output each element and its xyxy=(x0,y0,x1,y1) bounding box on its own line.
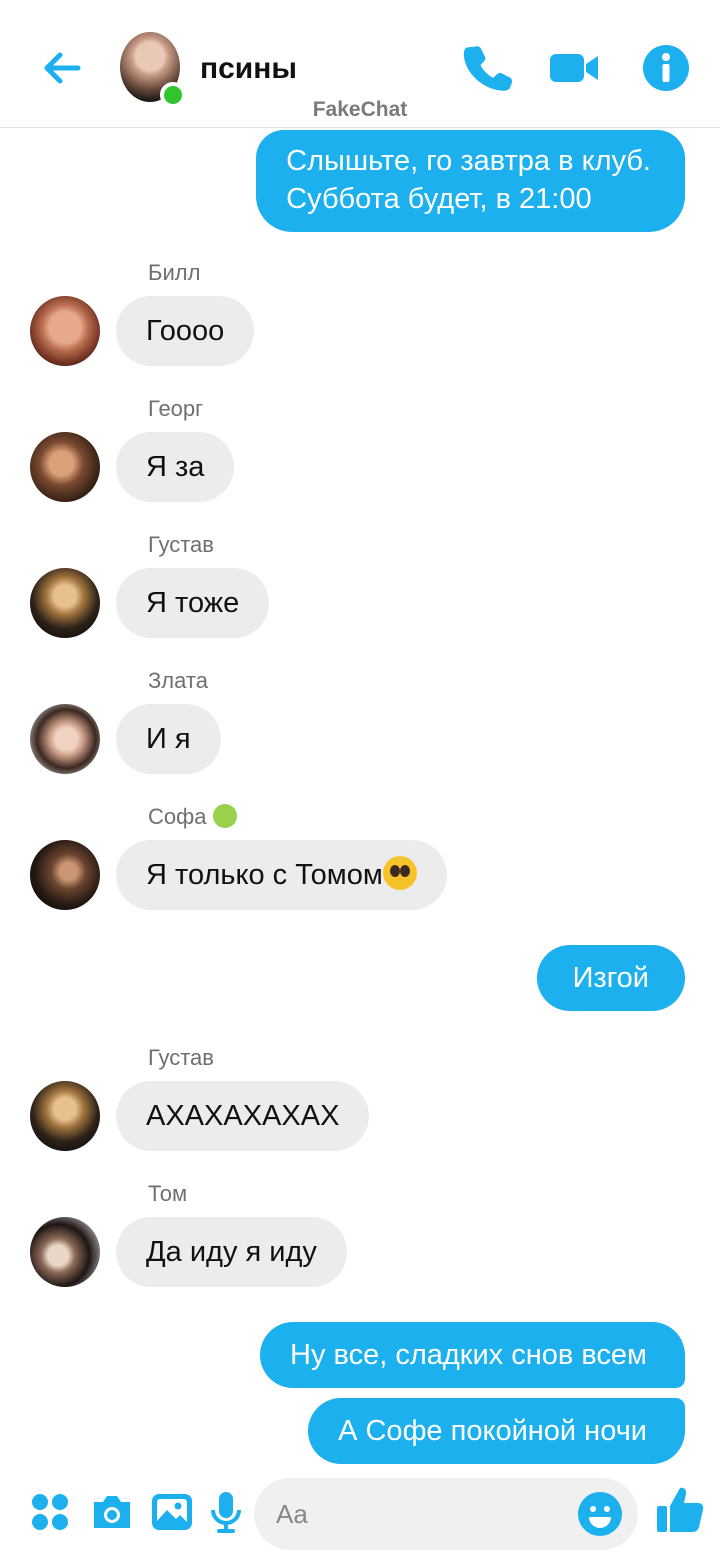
incoming-message[interactable]: Я только с Томом xyxy=(116,840,447,910)
like-icon[interactable] xyxy=(654,1484,706,1536)
outgoing-message[interactable]: Ну все, сладких снов всем xyxy=(260,1322,685,1388)
message-input-box[interactable] xyxy=(254,1478,638,1550)
sender-name: Георг xyxy=(148,396,204,421)
avatar[interactable] xyxy=(30,840,100,910)
message-line: Слышьте, го завтра в клуб. xyxy=(286,145,651,177)
avatar[interactable] xyxy=(30,1081,100,1151)
video-call-icon[interactable] xyxy=(548,42,600,94)
avatar[interactable] xyxy=(30,432,100,502)
message-line: Суббота будет, в 21:00 xyxy=(286,183,592,215)
chat-title[interactable]: псины xyxy=(200,52,297,86)
avatar[interactable] xyxy=(30,704,100,774)
incoming-message[interactable]: АХАХАХАХАХ xyxy=(116,1081,370,1151)
emoji-icon[interactable] xyxy=(576,1490,624,1538)
microphone-icon[interactable] xyxy=(202,1488,250,1536)
phone-call-icon[interactable] xyxy=(462,42,514,94)
back-arrow-icon[interactable] xyxy=(38,44,86,92)
outgoing-message[interactable]: Слышьте, го завтра в клуб. Суббота будет… xyxy=(256,130,685,232)
outgoing-message[interactable]: А Софе покойной ночи xyxy=(308,1398,685,1464)
message-text: Я только с Томом xyxy=(146,859,383,891)
sender-name: Том xyxy=(148,1181,188,1206)
incoming-message[interactable]: Я тоже xyxy=(116,568,270,638)
sender-name: Софа xyxy=(148,804,237,830)
incoming-message[interactable]: Гоооо xyxy=(116,296,255,366)
incoming-message[interactable]: И я xyxy=(116,704,221,774)
sender-name-text: Софа xyxy=(148,804,207,829)
camera-icon[interactable] xyxy=(88,1488,136,1536)
composer-bar xyxy=(0,1470,720,1556)
avatar[interactable] xyxy=(30,296,100,366)
sender-name: Злата xyxy=(148,668,208,693)
watermark: FakeChat xyxy=(312,98,408,121)
incoming-message[interactable]: Я за xyxy=(116,432,235,502)
sender-name: Густав xyxy=(148,1045,214,1070)
pleading-face-icon xyxy=(382,856,417,890)
gallery-icon[interactable] xyxy=(148,1488,196,1536)
sender-name: Билл xyxy=(148,260,201,285)
menu-dots-icon[interactable] xyxy=(26,1488,74,1536)
avatar[interactable] xyxy=(30,568,100,638)
outgoing-message[interactable]: Изгой xyxy=(536,945,685,1011)
info-icon[interactable] xyxy=(640,42,692,94)
sender-name: Густав xyxy=(148,532,214,557)
chat-header: псины FakeChat xyxy=(0,0,720,128)
incoming-message[interactable]: Да иду я иду xyxy=(116,1217,347,1287)
nauseated-face-icon xyxy=(212,804,237,828)
message-input[interactable] xyxy=(276,1494,566,1534)
avatar[interactable] xyxy=(30,1217,100,1287)
